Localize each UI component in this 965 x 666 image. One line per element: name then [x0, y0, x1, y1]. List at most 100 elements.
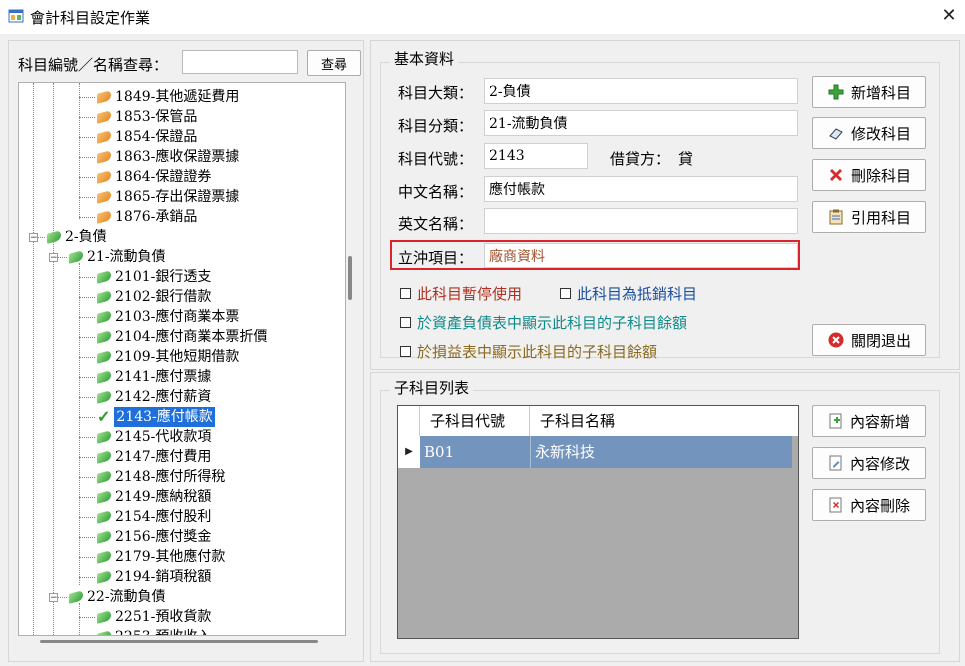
tree-node[interactable]: 2194-銷項稅額 — [97, 567, 211, 587]
tree-node[interactable]: 2145-代收款項 — [97, 427, 211, 447]
orange-tag-icon — [97, 170, 111, 184]
delete-account-button[interactable]: 刪除科目 — [812, 159, 926, 191]
col-header-name[interactable]: 子科目名稱 — [530, 406, 798, 436]
cite-account-button[interactable]: 引用科目 — [812, 201, 926, 233]
tree-node[interactable]: 2101-銀行透支 — [97, 267, 211, 287]
tree-node[interactable]: 2156-應付獎金 — [97, 527, 211, 547]
tree-node[interactable]: 1853-保管品 — [97, 107, 197, 127]
checkbox-box — [400, 288, 411, 299]
tree-line — [79, 577, 95, 578]
close-window-button[interactable]: ✕ — [938, 5, 960, 27]
contra-checkbox[interactable]: 此科目為抵銷科目 — [560, 283, 697, 304]
chinese-name-field[interactable]: 應付帳款 — [484, 176, 798, 202]
window-title: 會計科目設定作業 — [30, 9, 151, 27]
green-tag-icon — [97, 530, 111, 544]
category-field[interactable]: 2-負債 — [484, 78, 798, 104]
col-header-code[interactable]: 子科目代號 — [420, 406, 530, 436]
tree-node-label: 2194-銷項稅額 — [115, 569, 212, 585]
balance-sheet-checkbox[interactable]: 於資產負債表中顯示此科目的子科目餘額 — [400, 312, 687, 333]
plus-icon — [828, 84, 844, 100]
tree-node[interactable]: 2148-應付所得稅 — [97, 467, 225, 487]
tree-line — [79, 357, 95, 358]
tree-node[interactable]: 1864-保證證券 — [97, 167, 211, 187]
tree-node-label: 2179-其他應付款 — [115, 549, 226, 565]
green-tag-icon — [69, 590, 83, 604]
search-input[interactable] — [182, 50, 298, 74]
collapse-toggle-icon[interactable]: − — [49, 253, 58, 263]
tree-node[interactable]: 1863-應收保證票據 — [97, 147, 239, 167]
sub-code-cell: B01 — [424, 443, 455, 461]
suspend-checkbox[interactable]: 此科目暫停使用 — [400, 283, 522, 304]
green-tag-icon — [97, 470, 111, 484]
content-delete-label: 內容刪除 — [849, 496, 910, 515]
tree-node[interactable]: 21-流動負債 — [69, 247, 166, 267]
edit-account-button[interactable]: 修改科目 — [812, 117, 926, 149]
tree-node[interactable]: 22-流動負債 — [69, 587, 166, 607]
content-edit-label: 內容修改 — [849, 454, 910, 473]
side-value: 貸 — [678, 150, 694, 168]
tree-line — [53, 83, 54, 635]
add-account-label: 新增科目 — [850, 83, 911, 102]
tree-node[interactable]: 1849-其他遞延費用 — [97, 87, 239, 107]
tree-node[interactable]: 2103-應付商業本票 — [97, 307, 239, 327]
content-add-label: 內容新增 — [849, 412, 910, 431]
tree-node[interactable]: 2104-應付商業本票折價 — [97, 327, 267, 347]
basic-info-title: 基本資料 — [390, 48, 459, 69]
orange-tag-icon — [97, 110, 111, 124]
search-label: 科目編號／名稱查尋： — [18, 56, 169, 74]
tree-node[interactable]: 2102-銀行借款 — [97, 287, 211, 307]
tree-node-label: 2147-應付費用 — [115, 449, 212, 465]
tree-line — [79, 377, 95, 378]
doc-delete-icon — [829, 497, 842, 513]
search-button[interactable]: 查尋 — [307, 50, 361, 76]
close-exit-button[interactable]: 關閉退出 — [812, 324, 926, 356]
tree-line — [79, 97, 95, 98]
tree-node-label: 2103-應付商業本票 — [115, 309, 240, 325]
green-tag-icon — [97, 490, 111, 504]
tree-node-label: 1876-承銷品 — [115, 209, 198, 225]
table-row[interactable]: B01 永新科技 — [420, 436, 792, 468]
grid-corner — [398, 406, 420, 436]
account-tree[interactable]: 1849-其他遞延費用 1853-保管品 1854-保證品 1863-應收保證票據 18… — [18, 82, 346, 636]
tree-node[interactable]: 1854-保證品 — [97, 127, 197, 147]
tree-node[interactable]: 2251-預收貨款 — [97, 607, 211, 627]
subcategory-field[interactable]: 21-流動負債 — [484, 110, 798, 136]
income-statement-checkbox[interactable]: 於損益表中顯示此科目的子科目餘額 — [400, 341, 657, 362]
tree-node-label: 21-流動負債 — [87, 249, 166, 265]
tree-node[interactable]: 2-負債 — [47, 227, 107, 247]
tree-line — [79, 197, 95, 198]
english-name-field[interactable] — [484, 208, 798, 234]
tree-line — [33, 83, 34, 635]
green-tag-icon — [97, 370, 111, 384]
collapse-toggle-icon[interactable]: − — [49, 593, 58, 603]
tree-node[interactable]: 1876-承銷品 — [97, 207, 197, 227]
red-x-icon — [829, 169, 842, 181]
tree-vertical-scrollbar[interactable] — [348, 256, 352, 300]
tree-node[interactable]: ✓ 2143-應付帳款 — [97, 407, 215, 427]
add-account-button[interactable]: 新增科目 — [812, 76, 926, 108]
content-delete-button[interactable]: 內容刪除 — [812, 489, 926, 521]
tree-node[interactable]: 2141-應付票據 — [97, 367, 211, 387]
tree-node[interactable]: 2142-應付薪資 — [97, 387, 211, 407]
tree-horizontal-scrollbar[interactable] — [40, 640, 318, 643]
tree-node[interactable]: 2149-應納稅額 — [97, 487, 211, 507]
tree-node[interactable]: 2179-其他應付款 — [97, 547, 225, 567]
content-edit-button[interactable]: 內容修改 — [812, 447, 926, 479]
offset-field[interactable]: 廠商資料 — [484, 243, 798, 268]
green-tag-icon — [97, 310, 111, 324]
tree-line — [79, 297, 95, 298]
tree-node-label: 2149-應納稅額 — [115, 489, 212, 505]
code-label: 科目代號： — [398, 150, 474, 168]
tree-node[interactable]: 2109-其他短期借款 — [97, 347, 239, 367]
tree-node[interactable]: 2253-預收收入 — [97, 627, 211, 635]
tree-line — [79, 397, 95, 398]
tree-node[interactable]: 2147-應付費用 — [97, 447, 211, 467]
content-add-button[interactable]: 內容新增 — [812, 405, 926, 437]
sub-account-title: 子科目列表 — [390, 377, 474, 398]
collapse-toggle-icon[interactable]: − — [29, 233, 38, 243]
code-field[interactable]: 2143 — [484, 143, 588, 169]
sub-account-grid[interactable]: 子科目代號 子科目名稱 ▶ B01 永新科技 — [397, 405, 799, 639]
subcategory-label: 科目分類： — [398, 117, 474, 135]
tree-node[interactable]: 2154-應付股利 — [97, 507, 211, 527]
tree-node[interactable]: 1865-存出保證票據 — [97, 187, 239, 207]
